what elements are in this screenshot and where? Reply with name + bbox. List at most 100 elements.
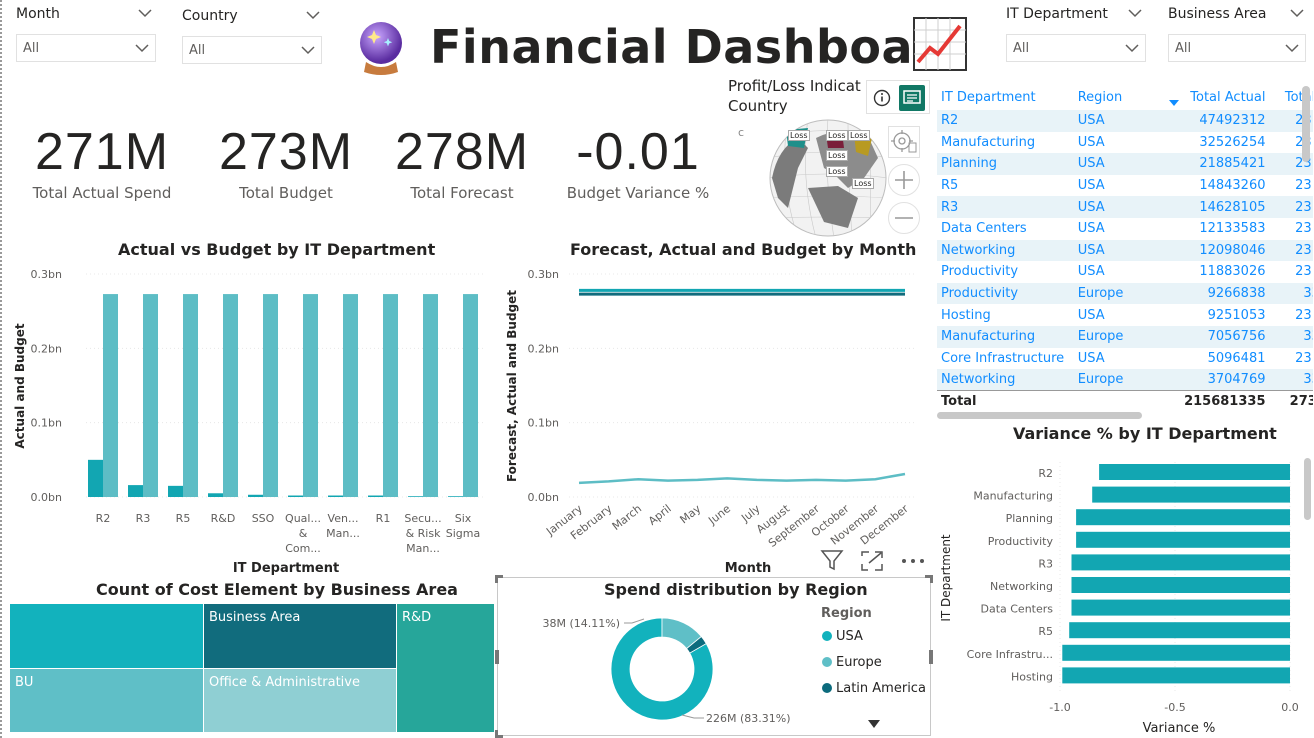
x-tick-label: Com...	[285, 542, 321, 555]
table-cell: 2319652	[1269, 196, 1313, 218]
table-row[interactable]: ManufacturingEurope7056756335426	[937, 325, 1313, 348]
table-row[interactable]: ManufacturingUSA325262542319652	[937, 132, 1313, 154]
country-dropdown[interactable]: All	[182, 36, 322, 64]
bar-budget	[143, 294, 158, 497]
col-header-it-department[interactable]: IT Department	[937, 84, 1074, 110]
focus-mode-icon[interactable]	[860, 550, 884, 572]
treemap-tile-rd[interactable]: R&D	[397, 604, 494, 732]
table-row[interactable]: Hosting USA 9251053 2319652	[937, 304, 1313, 326]
legend-item-latin-america[interactable]: Latin America	[822, 681, 926, 696]
variance-by-department-chart[interactable]: -1.0 -0.5 0.0 R2 Manufacturing Planning Produc…	[934, 450, 1314, 738]
it-department-slicer[interactable]: IT Department All	[1006, 6, 1146, 66]
map-zoom-in-button[interactable]	[888, 164, 920, 196]
table-row[interactable]: NetworkingUSA120980462319652	[937, 239, 1313, 262]
country-slicer[interactable]: Country All	[182, 8, 322, 68]
forecast-actual-budget-chart[interactable]: 0.0bn0.1bn0.2bn0.3bnJanuaryFebruaryMarch…	[497, 260, 927, 580]
loss-marker-label[interactable]: Loss	[826, 130, 848, 141]
department-region-table[interactable]: IT Department Region Total Actual Total …	[937, 84, 1313, 414]
actual-vs-budget-chart[interactable]: 0.0bn 0.1bn 0.2bn 0.3bn R2 R3 R5 R&D SSO Qual... &…	[2, 260, 497, 580]
table-row[interactable]: Data Centers USA 12133583 2319652	[937, 218, 1313, 240]
table-cell: 11883026	[1199, 264, 1266, 280]
more-options-icon[interactable]	[900, 556, 926, 566]
loss-marker-label[interactable]: Loss	[852, 178, 874, 189]
table-cell: 14843260	[1199, 178, 1266, 194]
month-dropdown[interactable]: All	[16, 34, 156, 62]
loss-marker-label[interactable]: Loss	[826, 166, 848, 177]
x-tick-label: SSO	[252, 512, 275, 525]
treemap-tile[interactable]	[10, 604, 203, 668]
table-cell: 2319652	[1295, 221, 1313, 237]
legend-item-europe[interactable]: Europe	[822, 655, 882, 670]
bar-budget	[263, 294, 278, 497]
chevron-down-icon	[301, 46, 315, 55]
table-cell: USA	[1077, 134, 1105, 150]
legend-scroll-down-icon[interactable]	[868, 720, 880, 728]
y-tick-label: 0.3bn	[31, 268, 62, 281]
kpi-total-forecast: 278M Total Forecast	[392, 122, 532, 202]
resize-handle[interactable]	[925, 575, 933, 583]
chart-title-spend-distribution: Spend distribution by Region	[604, 580, 868, 599]
bar-actual	[288, 495, 303, 497]
table-row[interactable]: R5 USA 14843260 2319652	[937, 175, 1313, 197]
business-area-slicer[interactable]: Business Area All	[1168, 6, 1306, 66]
it-department-dropdown[interactable]: All	[1006, 34, 1146, 62]
table-row[interactable]: R3USA146281052319652	[937, 196, 1313, 218]
y-axis-title: Actual and Budget	[13, 323, 27, 448]
table-row[interactable]: ProductivityEurope9266838335426	[937, 282, 1313, 305]
month-slicer[interactable]: Month All	[16, 6, 156, 66]
variance-chart-scrollbar[interactable]	[1304, 458, 1311, 520]
map-zoom-out-button[interactable]	[888, 202, 920, 234]
resize-handle[interactable]	[495, 730, 503, 738]
kpi-value: 278M	[394, 123, 530, 181]
legend-item-usa[interactable]: USA	[822, 629, 863, 644]
chevron-down-icon[interactable]	[306, 10, 320, 20]
bar-budget	[343, 294, 358, 497]
table-row[interactable]: Core Infrastructure USA 5096481 2319652	[937, 348, 1313, 370]
table-cell: Networking	[937, 239, 1074, 262]
chevron-down-icon[interactable]	[1128, 8, 1142, 18]
table-cell: 335426	[1269, 282, 1313, 305]
map-locate-button[interactable]	[888, 126, 920, 158]
chart-title-cost-element-count: Count of Cost Element by Business Area	[96, 580, 458, 599]
business-area-dropdown[interactable]: All	[1168, 34, 1306, 62]
table-cell: USA	[1073, 153, 1167, 175]
table-cell: USA	[1073, 239, 1167, 262]
loss-marker-label[interactable]: Loss	[848, 130, 870, 141]
table-row[interactable]: R2USA474923122319652	[937, 110, 1313, 132]
table-cell: Hosting	[941, 307, 991, 323]
table-vertical-scrollbar[interactable]	[1302, 86, 1310, 162]
table-cell: 21885421	[1166, 153, 1270, 175]
legend-marker	[822, 657, 832, 667]
resize-handle[interactable]	[495, 650, 499, 664]
col-header-region[interactable]: Region	[1074, 84, 1167, 110]
table-horizontal-scrollbar[interactable]	[937, 412, 1142, 419]
x-tick-label: R2	[96, 512, 111, 525]
x-tick-label: -0.5	[1164, 701, 1185, 714]
y-tick-label: Data Centers	[980, 603, 1053, 616]
table-cell: R2	[937, 110, 1074, 132]
table-row[interactable]: NetworkingEurope3704769335426	[937, 369, 1313, 391]
table-cell: Planning	[937, 153, 1074, 175]
spend-distribution-donut[interactable]: 38M (14.11%) 226M (83.31%)	[532, 600, 792, 735]
chevron-down-icon[interactable]	[1290, 8, 1304, 18]
resize-handle[interactable]	[929, 650, 933, 664]
treemap-tile-office-administrative[interactable]: Office & Administrative	[204, 669, 396, 732]
treemap-label: R&D	[402, 610, 432, 625]
x-tick-label: Six	[455, 512, 472, 525]
info-icon[interactable]	[873, 89, 891, 107]
resize-handle[interactable]	[495, 575, 503, 583]
col-header-total-actual[interactable]: Total Actual	[1167, 84, 1270, 110]
treemap-tile-business-area[interactable]: Business Area	[204, 604, 396, 668]
table-cell: Europe	[1073, 325, 1167, 348]
variance-bar	[1092, 486, 1290, 503]
filter-icon[interactable]	[820, 548, 844, 572]
treemap-tile-bu[interactable]: BU	[10, 669, 203, 732]
table-row[interactable]: Productivity USA 11883026 2319652	[937, 261, 1313, 283]
table-row[interactable]: PlanningUSA218854212319652	[937, 153, 1313, 175]
loss-marker-label[interactable]: Loss	[788, 130, 810, 141]
business-area-treemap[interactable]: Business Area BU Office & Administrative…	[10, 604, 494, 732]
chevron-down-icon[interactable]	[138, 8, 152, 18]
crystal-ball-icon	[360, 22, 402, 75]
table-view-icon[interactable]	[899, 85, 925, 111]
loss-marker-label[interactable]: Loss	[826, 150, 848, 161]
